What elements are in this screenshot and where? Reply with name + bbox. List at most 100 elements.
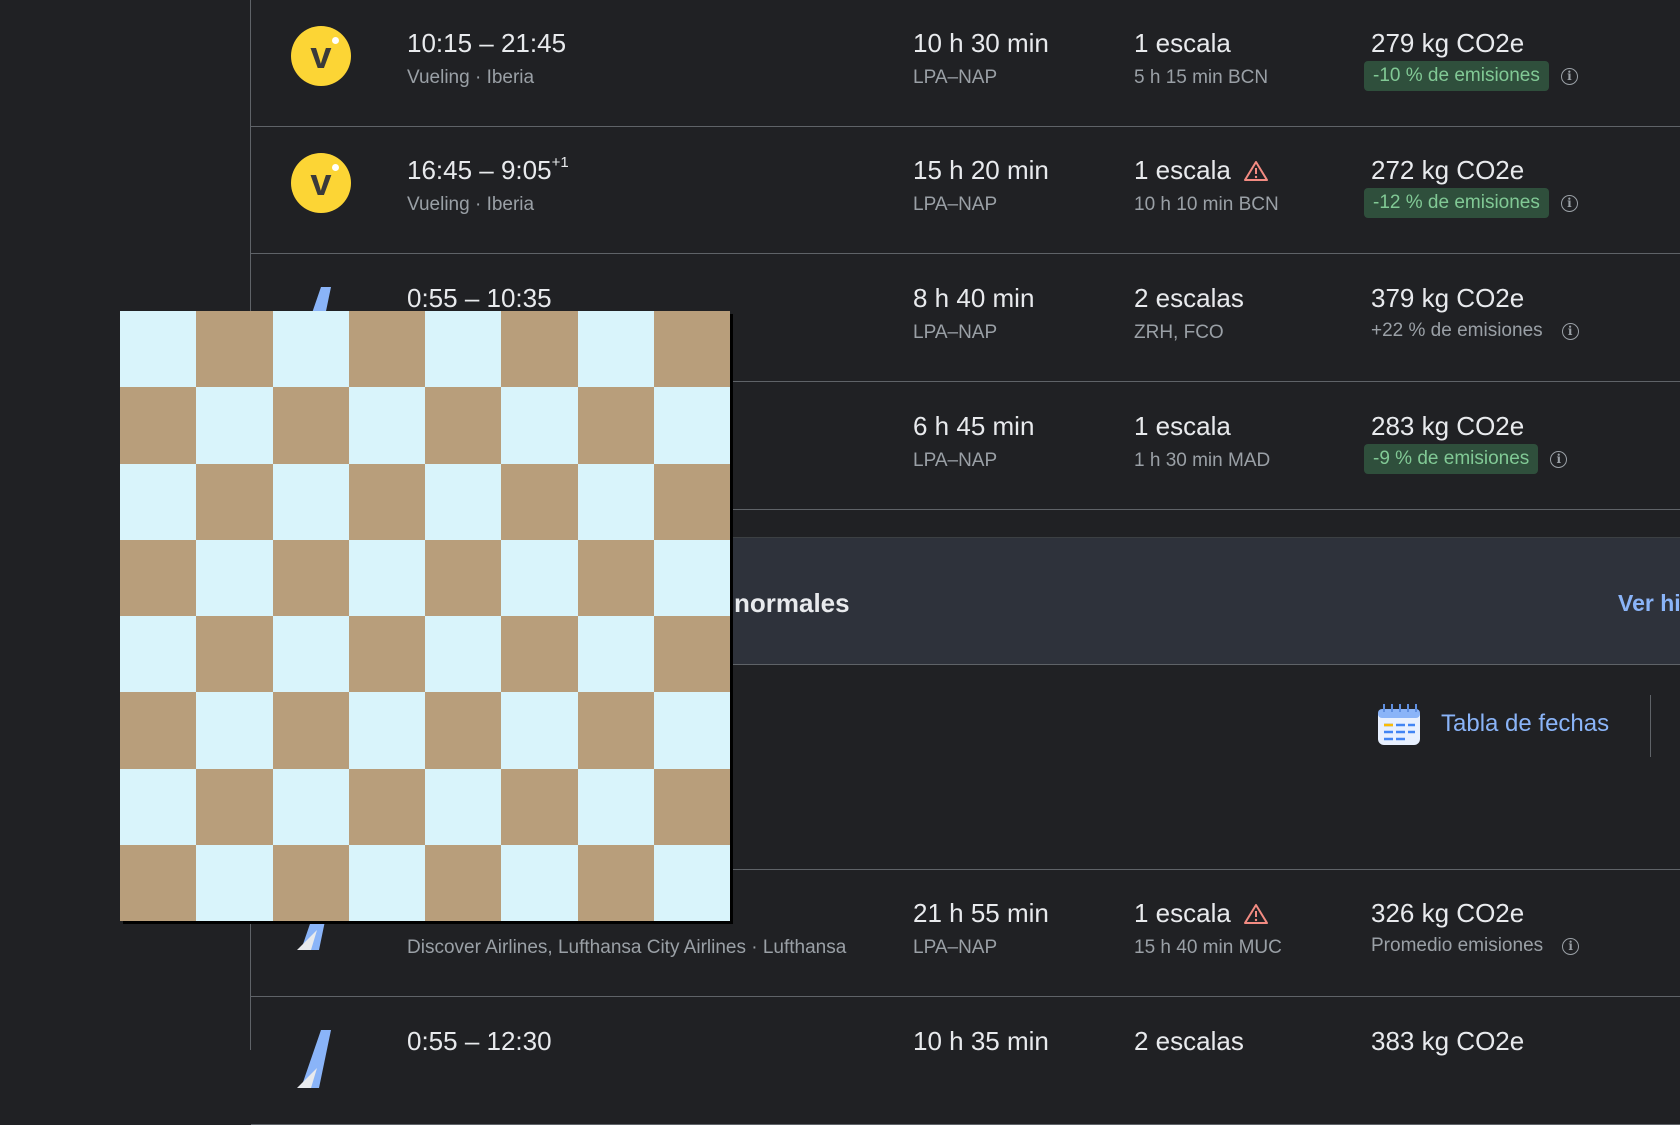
flight-row[interactable]: v 16:45 – 9:05+1 Vueling · Iberia 15 h 2…	[251, 127, 1680, 254]
info-icon[interactable]: i	[1560, 194, 1578, 212]
airline-names: Discover Airlines, Lufthansa City Airlin…	[407, 937, 847, 958]
info-icon[interactable]: i	[1562, 937, 1580, 955]
co2-value: 283 kg CO2e	[1371, 411, 1525, 441]
checker-square	[425, 844, 502, 921]
checker-square	[196, 463, 273, 540]
info-icon[interactable]: i	[1550, 450, 1568, 468]
view-history-link[interactable]: Ver hi	[1618, 590, 1680, 617]
checker-square	[425, 463, 502, 540]
checker-square	[653, 692, 730, 769]
checker-square	[425, 387, 502, 464]
checker-square	[501, 539, 578, 616]
date-grid-label: Tabla de fechas	[1441, 710, 1610, 737]
stops-label: 1 escala	[1134, 411, 1231, 441]
info-icon[interactable]: i	[1560, 67, 1578, 85]
stop-details: 5 h 15 min BCN	[1134, 67, 1269, 88]
checker-square	[653, 463, 730, 540]
calendar-grid-icon	[1378, 704, 1420, 745]
checker-square	[120, 768, 197, 845]
warning-icon	[1243, 160, 1268, 181]
checker-square	[196, 616, 273, 693]
flight-duration: 10 h 35 min	[913, 1026, 1049, 1056]
stops-label: 1 escala	[1134, 155, 1231, 185]
emissions-info: Promedio emisiones i	[1364, 931, 1580, 961]
stops-count: 1 escala	[1134, 898, 1269, 929]
emissions-label: Promedio emisiones	[1371, 935, 1544, 956]
checker-square	[653, 616, 730, 693]
stop-details: 10 h 10 min BCN	[1134, 194, 1279, 215]
banner-text: normales	[734, 588, 850, 618]
stop-details: ZRH, FCO	[1134, 322, 1224, 343]
stop-details: 15 h 40 min MUC	[1134, 937, 1282, 958]
flight-duration: 21 h 55 min	[913, 898, 1049, 928]
warning-icon	[1243, 903, 1268, 924]
emissions-info: -12 % de emisiones i	[1364, 188, 1578, 218]
co2-value: 272 kg CO2e	[1371, 155, 1525, 185]
checker-square	[120, 844, 197, 921]
co2-value: 326 kg CO2e	[1371, 898, 1525, 928]
flight-row[interactable]: v 10:15 – 21:45 Vueling · Iberia 10 h 30…	[251, 0, 1680, 127]
checker-square	[501, 463, 578, 540]
checker-square	[120, 387, 197, 464]
checker-square	[196, 387, 273, 464]
day-offset: +1	[551, 154, 569, 172]
checker-square	[348, 844, 425, 921]
emissions-info: +22 % de emisiones i	[1364, 316, 1579, 346]
airline-tail-logo	[297, 1030, 331, 1088]
date-grid-button[interactable]: Tabla de fechas	[1375, 701, 1609, 747]
emissions-label: -9 % de emisiones	[1364, 444, 1539, 474]
checker-square	[272, 692, 349, 769]
co2-value: 383 kg CO2e	[1371, 1026, 1525, 1056]
checker-square	[348, 692, 425, 769]
checker-square	[577, 311, 654, 388]
checker-square	[120, 539, 197, 616]
checker-square	[425, 616, 502, 693]
departure-arrival: 16:45 – 9:05	[407, 155, 552, 185]
vueling-logo: v	[291, 153, 351, 213]
co2-value: 279 kg CO2e	[1371, 28, 1525, 58]
checker-square	[425, 311, 502, 388]
checker-square	[348, 387, 425, 464]
flight-duration: 8 h 40 min	[913, 283, 1035, 313]
stops-count: 1 escala	[1134, 28, 1231, 59]
flight-route: LPA–NAP	[913, 67, 998, 88]
flight-duration: 6 h 45 min	[913, 411, 1035, 441]
emissions-label: +22 % de emisiones	[1371, 320, 1543, 341]
departure-arrival: 0:55 – 10:35	[407, 283, 552, 313]
checker-square	[501, 768, 578, 845]
checker-square	[196, 768, 273, 845]
checker-square	[272, 844, 349, 921]
departure-arrival: 10:15 – 21:45	[407, 28, 567, 58]
departure-arrival: 0:55 – 12:30	[407, 1026, 552, 1056]
info-icon[interactable]: i	[1561, 322, 1579, 340]
checker-square	[501, 311, 578, 388]
checker-square	[272, 311, 349, 388]
stops-count: 2 escalas	[1134, 283, 1244, 314]
checker-square	[120, 463, 197, 540]
checker-square	[348, 463, 425, 540]
flight-times: 16:45 – 9:05+1	[407, 154, 569, 186]
checker-square	[577, 539, 654, 616]
emissions-info: -9 % de emisiones i	[1364, 444, 1568, 474]
tools-divider	[1650, 695, 1651, 757]
flight-row[interactable]: 0:55 – 12:30 10 h 35 min 2 escalas 383 k…	[251, 998, 1680, 1125]
stops-label: 2 escalas	[1134, 283, 1244, 313]
checker-square	[577, 692, 654, 769]
checker-square	[577, 463, 654, 540]
flight-times: 10:15 – 21:45	[407, 28, 566, 59]
checker-square	[653, 539, 730, 616]
flight-route: LPA–NAP	[913, 450, 998, 471]
checker-square	[577, 844, 654, 921]
emissions-info: -10 % de emisiones i	[1364, 61, 1578, 91]
airline-names: Vueling · Iberia	[407, 67, 535, 88]
checker-square	[196, 311, 273, 388]
checker-square	[577, 387, 654, 464]
checker-square	[501, 844, 578, 921]
flight-duration: 15 h 20 min	[913, 155, 1049, 185]
checker-square	[196, 844, 273, 921]
flight-duration: 10 h 30 min	[913, 28, 1049, 58]
flight-times: 0:55 – 12:30	[407, 1026, 552, 1057]
flight-route: LPA–NAP	[913, 194, 998, 215]
checker-square	[272, 616, 349, 693]
checker-square	[196, 539, 273, 616]
